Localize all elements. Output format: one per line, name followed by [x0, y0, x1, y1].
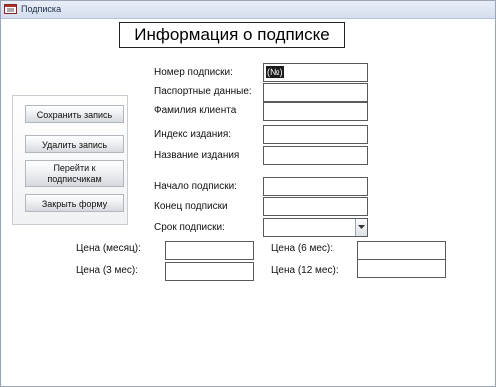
edition-name-label: Название издания — [154, 150, 240, 161]
passport-field[interactable] — [263, 83, 368, 102]
close-form-button[interactable]: Закрыть форму — [25, 194, 124, 212]
start-field[interactable] — [263, 177, 368, 196]
form-window: Подписка Информация о подписке Сохранить… — [0, 0, 496, 387]
subscription-number-value: (№) — [266, 66, 284, 78]
goto-subscribers-button[interactable]: Перейти к подписчикам — [25, 160, 124, 187]
start-label: Начало подписки: — [154, 181, 237, 192]
delete-record-button[interactable]: Удалить запись — [25, 135, 124, 153]
chevron-down-icon — [358, 225, 365, 229]
goto-subscribers-label-2: подписчикам — [47, 174, 102, 184]
edition-index-label: Индекс издания: — [154, 129, 232, 140]
save-record-button[interactable]: Сохранить запись — [25, 105, 124, 123]
goto-subscribers-label-1: Перейти к — [53, 163, 96, 173]
form-heading: Информация о подписке — [119, 22, 345, 48]
window-title: Подписка — [21, 4, 62, 14]
price-3mo-field[interactable] — [165, 262, 254, 281]
edition-index-field[interactable] — [263, 125, 368, 144]
edition-name-field[interactable] — [263, 146, 368, 165]
form-icon — [4, 4, 17, 14]
price-12mo-label: Цена (12 мес): — [271, 265, 339, 276]
price-6mo-label: Цена (6 мес): — [271, 243, 334, 254]
surname-label: Фамилия клиента — [154, 105, 237, 116]
title-bar: Подписка — [1, 1, 495, 19]
end-label: Конец подписки — [154, 201, 228, 212]
subscription-number-label: Номер подписки: — [154, 67, 233, 78]
price-6mo-field[interactable] — [357, 241, 446, 260]
price-month-field[interactable] — [165, 241, 254, 260]
term-select[interactable] — [263, 218, 368, 237]
price-3mo-label: Цена (3 мес): — [76, 265, 139, 276]
surname-field[interactable] — [263, 102, 368, 121]
subscription-number-field[interactable]: (№) — [263, 63, 368, 82]
price-month-label: Цена (месяц): — [76, 243, 141, 254]
price-12mo-field[interactable] — [357, 259, 446, 278]
dropdown-button[interactable] — [355, 219, 367, 236]
end-field[interactable] — [263, 197, 368, 216]
passport-label: Паспортные данные: — [154, 86, 252, 97]
term-label: Срок подписки: — [154, 222, 225, 233]
